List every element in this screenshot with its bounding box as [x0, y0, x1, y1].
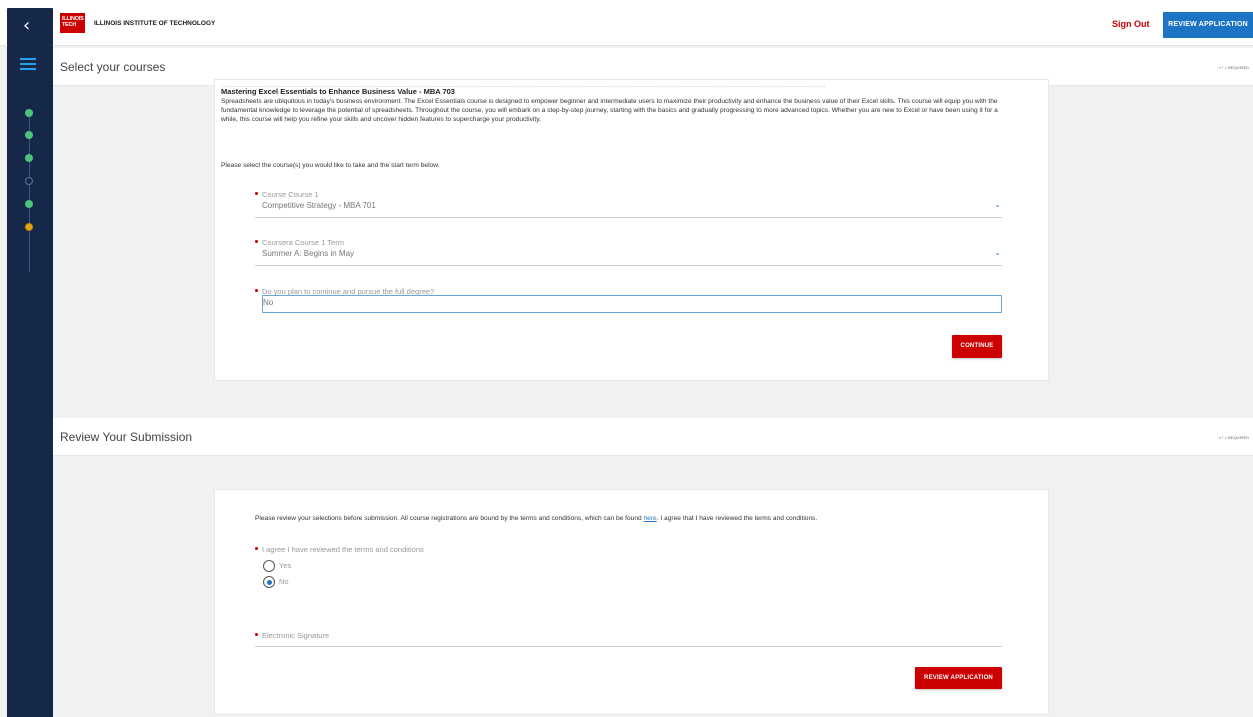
terms-link[interactable]: here: [644, 515, 657, 522]
progress-step-current[interactable]: [25, 223, 33, 231]
illinois-tech-logo: ILLINOIS TECH: [60, 13, 85, 33]
progress-step-done[interactable]: [25, 109, 33, 117]
sign-out-link[interactable]: Sign Out: [1112, 19, 1150, 29]
continue-button[interactable]: CONTINUE: [952, 335, 1002, 358]
course-1-value: Competitive Strategy - MBA 701: [262, 201, 376, 210]
review-application-header-button[interactable]: REVIEW APPLICATION: [1163, 12, 1253, 38]
section-title: Review Your Submission: [60, 430, 193, 444]
review-application-button[interactable]: REVIEW APPLICATION: [915, 667, 1002, 689]
agree-no-radio[interactable]: [263, 576, 275, 588]
hamburger-menu-icon[interactable]: [20, 58, 36, 70]
agree-terms-label: I agree I have reviewed the terms and co…: [255, 545, 424, 554]
course-1-term-value: Summer A: Begins in May: [262, 249, 355, 258]
chevron-down-icon[interactable]: ⌄: [994, 200, 1001, 209]
brand-name: ILLINOIS INSTITUTE OF TECHNOLOGY: [94, 20, 216, 27]
truncated-text: ........................................…: [221, 80, 826, 87]
progress-step-done[interactable]: [25, 131, 33, 139]
chevron-down-icon[interactable]: ⌄: [994, 248, 1001, 257]
progress-step-incomplete[interactable]: [25, 177, 33, 185]
chevron-left-icon: ‹: [23, 15, 31, 36]
course-1-label: Course Course 1: [255, 190, 319, 199]
back-button[interactable]: ‹: [7, 8, 53, 46]
course-selection-card: ........................................…: [214, 79, 1049, 381]
electronic-signature-field[interactable]: Electronic Signature: [255, 631, 1002, 647]
electronic-signature-label: Electronic Signature: [255, 631, 329, 640]
review-instructions: Please review your selections before sub…: [255, 515, 818, 522]
full-degree-select[interactable]: Do you plan to continue and pursue the f…: [255, 287, 1002, 317]
progress-step-done[interactable]: [25, 154, 33, 162]
review-card: Please review your selections before sub…: [214, 489, 1049, 715]
course-title: Mastering Excel Essentials to Enhance Bu…: [221, 87, 455, 96]
agree-yes-label: Yes: [279, 561, 292, 570]
section-title: Select your courses: [60, 60, 166, 74]
agree-yes-radio[interactable]: [263, 560, 275, 572]
progress-step-done[interactable]: [25, 200, 33, 208]
sidebar: [7, 46, 53, 717]
agree-no-label: No: [279, 577, 289, 586]
required-note: • * = REQUIRED: [1219, 65, 1249, 70]
course-1-term-label: Coursera Course 1 Term: [255, 238, 344, 247]
required-note: • * = REQUIRED: [1219, 435, 1249, 440]
course-1-term-select[interactable]: Coursera Course 1 Term Summer A: Begins …: [255, 238, 1002, 266]
full-degree-value: No: [263, 298, 274, 307]
review-submission-header: Review Your Submission • * = REQUIRED: [53, 418, 1253, 456]
full-degree-input[interactable]: No: [262, 295, 1002, 313]
select-prompt: Please select the course(s) you would li…: [221, 162, 440, 169]
course-1-select[interactable]: Course Course 1 Competitive Strategy - M…: [255, 190, 1002, 218]
top-bar: ‹ ILLINOIS TECH ILLINOIS INSTITUTE OF TEC…: [0, 0, 1253, 46]
course-description: Spreadsheets are ubiquitous in today's b…: [221, 98, 998, 124]
